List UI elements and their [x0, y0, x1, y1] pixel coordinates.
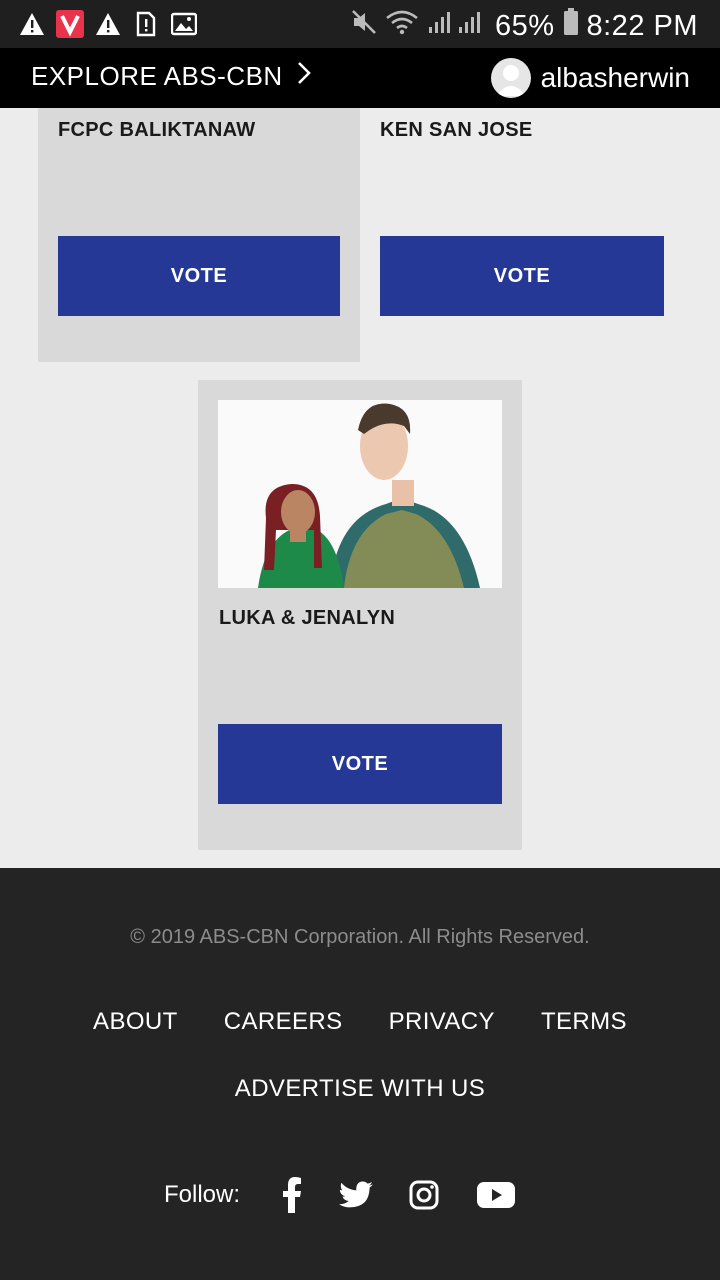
battery-percent: 65% — [494, 9, 555, 42]
status-bar: 65% 8:22 PM — [0, 0, 720, 48]
footer-link-careers[interactable]: CAREERS — [224, 1008, 343, 1036]
username: albasherwin — [540, 62, 690, 93]
wifi-icon — [385, 9, 419, 43]
sim-alert-icon — [132, 10, 160, 38]
vote-button[interactable]: VOTE — [58, 236, 340, 316]
contestant-name: KEN SAN JOSE — [380, 119, 533, 141]
contestant-card — [38, 108, 360, 362]
twitter-icon[interactable] — [334, 1173, 378, 1217]
footer-link-about[interactable]: ABOUT — [93, 1008, 178, 1036]
warning-icon — [18, 10, 46, 38]
contestant-name: LUKA & JENALYN — [219, 607, 396, 629]
user-avatar-icon — [490, 58, 531, 98]
site-footer: © 2019 ABS-CBN Corporation. All Rights R… — [0, 868, 720, 1280]
battery-icon — [563, 8, 579, 44]
footer-link-terms[interactable]: TERMS — [541, 1008, 627, 1036]
warning-icon — [94, 10, 122, 38]
clock: 8:22 PM — [586, 9, 698, 42]
follow-label: Follow: — [164, 1181, 241, 1208]
explore-label: EXPLORE ABS-CBN — [31, 61, 283, 91]
copyright-text: © 2019 ABS-CBN Corporation. All Rights R… — [130, 926, 590, 948]
user-account-button[interactable]: albasherwin — [490, 58, 690, 98]
footer-links: ABOUT CAREERS PRIVACY TERMS — [0, 1008, 720, 1036]
footer-link-advertise[interactable]: ADVERTISE WITH US — [235, 1075, 485, 1102]
contestant-name: FCPC BALIKTANAW — [58, 119, 256, 141]
follow-section: Follow: — [164, 1173, 518, 1217]
vote-button[interactable]: VOTE — [218, 724, 502, 804]
youtube-icon[interactable] — [474, 1173, 518, 1217]
image-icon — [170, 10, 198, 38]
facebook-icon[interactable] — [270, 1173, 314, 1217]
footer-link-privacy[interactable]: PRIVACY — [389, 1008, 495, 1036]
mute-icon — [351, 9, 377, 43]
vote-button[interactable]: VOTE — [380, 236, 664, 316]
top-nav-bar: EXPLORE ABS-CBN albasherwin — [0, 48, 720, 108]
signal-icon — [427, 9, 487, 43]
contestant-photo — [218, 400, 502, 588]
vivavideo-app-icon — [56, 10, 84, 38]
explore-menu-button[interactable]: EXPLORE ABS-CBN — [31, 61, 311, 92]
chevron-right-icon — [297, 61, 311, 92]
instagram-icon[interactable] — [402, 1173, 446, 1217]
